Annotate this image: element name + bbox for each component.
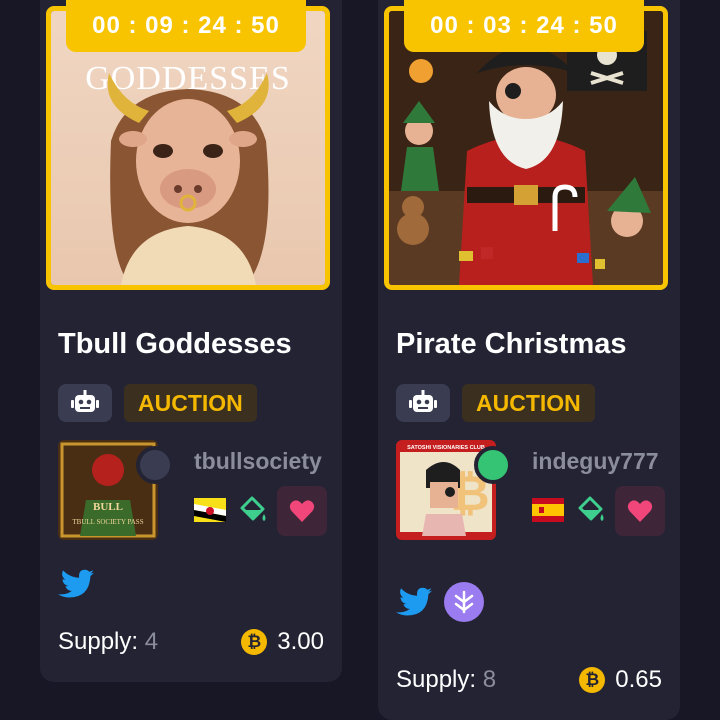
heart-icon [627, 500, 653, 522]
price-value: 3.00 [277, 628, 324, 655]
robot-icon [409, 390, 437, 412]
supply: Supply: 8 [396, 666, 496, 694]
brunei-flag-icon [194, 498, 226, 522]
twitter-icon[interactable] [396, 582, 432, 622]
supply-label: Supply: [396, 666, 477, 693]
creator-name[interactable]: tbullsociety [194, 448, 322, 475]
bitcoin-icon: ₿ [241, 629, 268, 655]
pirate-santa-artwork [389, 11, 663, 285]
paint-bucket-icon [578, 496, 604, 521]
svg-text:SATOSHI VISIONARIES CLUB: SATOSHI VISIONARIES CLUB [407, 445, 485, 451]
robot-button[interactable] [58, 384, 112, 422]
supply: Supply: 4 [58, 628, 158, 656]
heart-icon [289, 500, 315, 522]
supply-value: 8 [482, 666, 497, 693]
price: ₿ 0.65 [579, 666, 662, 694]
magic-eden-icon[interactable] [444, 582, 484, 622]
price-value: 0.65 [615, 666, 662, 693]
price: ₿ 3.00 [241, 628, 324, 656]
robot-button[interactable] [396, 384, 450, 422]
svg-text:BULL: BULL [93, 501, 123, 513]
twitter-icon[interactable] [58, 564, 94, 604]
paint-bucket-icon [240, 496, 266, 521]
auction-badge: AUCTION [462, 384, 595, 422]
robot-icon [71, 390, 99, 412]
collection-title[interactable]: Pirate Christmas [396, 328, 627, 361]
collection-title[interactable]: Tbull Goddesses [58, 328, 292, 361]
countdown-timer: 00 : 09 : 24 : 50 [66, 0, 306, 52]
countdown-timer: 00 : 03 : 24 : 50 [404, 0, 644, 52]
collection-card[interactable]: 00 : 03 : 24 : 50 Pirate Christmas AUCTI… [378, 0, 680, 720]
status-dot [136, 446, 174, 484]
collection-card[interactable]: GODDESSES 00 : 09 : 24 : 50 Tbull Goddes… [40, 0, 342, 682]
spain-flag-icon [532, 498, 564, 522]
goddess-artwork: GODDESSES [51, 11, 325, 285]
svg-text:TBULL SOCIETY PASS: TBULL SOCIETY PASS [72, 518, 143, 526]
bitcoin-icon: ₿ [579, 667, 606, 693]
creator-name[interactable]: indeguy777 [532, 448, 659, 475]
supply-label: Supply: [58, 628, 139, 655]
status-dot [474, 446, 512, 484]
favorite-button[interactable] [277, 486, 327, 536]
favorite-button[interactable] [615, 486, 665, 536]
supply-value: 4 [144, 628, 159, 655]
auction-badge: AUCTION [124, 384, 257, 422]
